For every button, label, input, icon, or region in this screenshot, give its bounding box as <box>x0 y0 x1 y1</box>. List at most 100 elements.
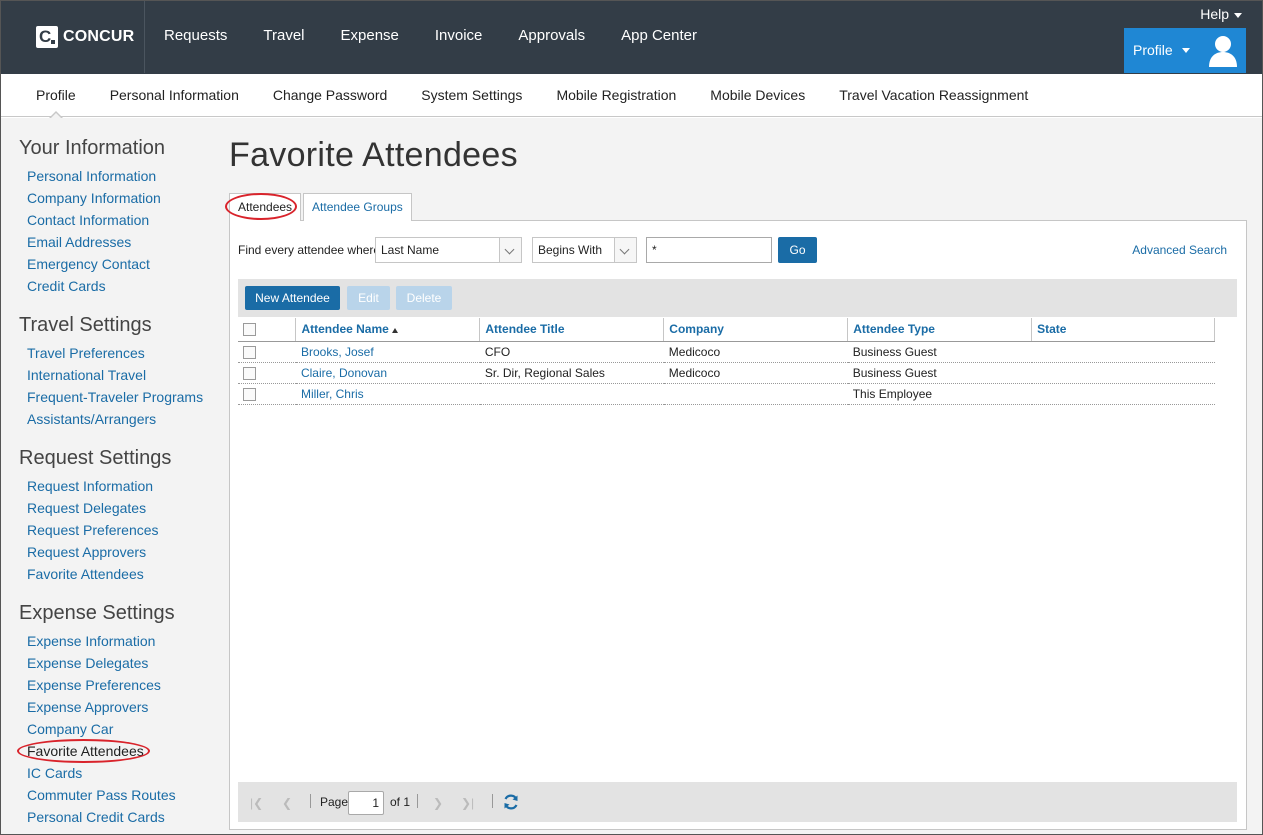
sidebar-item-expense-approvers[interactable]: Expense Approvers <box>27 696 219 718</box>
sidebar-item-assistants-arrangers[interactable]: Assistants/Arrangers <box>27 408 219 430</box>
delete-button[interactable]: Delete <box>396 286 452 310</box>
search-input[interactable] <box>646 237 772 263</box>
topnav-requests[interactable]: Requests <box>146 0 245 73</box>
column-header-attendee-name[interactable]: Attendee Name <box>295 318 481 342</box>
logo[interactable]: C CONCUR <box>1 1 145 73</box>
sidebar-item-international-travel[interactable]: International Travel <box>27 364 219 386</box>
grid-toolbar: New Attendee Edit Delete <box>238 279 1237 317</box>
company-cell: Medicoco <box>663 341 848 363</box>
tab-attendees[interactable]: Attendees <box>225 193 302 221</box>
sidebar-item-company-car[interactable]: Company Car <box>27 718 219 740</box>
sidebar-item-emergency-contact[interactable]: Emergency Contact <box>27 253 219 275</box>
sidebar-item-credit-cards[interactable]: Credit Cards <box>27 275 219 297</box>
topnav-invoice[interactable]: Invoice <box>417 0 501 73</box>
topnav-app-center[interactable]: App Center <box>603 0 715 73</box>
sidebar-item-expense-information[interactable]: Expense Information <box>27 630 219 652</box>
sidebar-item-request-favorite-attendees[interactable]: Favorite Attendees <box>27 563 219 585</box>
table-header-row: Attendee Name Attendee Title Company Att… <box>238 318 1215 342</box>
go-button[interactable]: Go <box>778 237 817 263</box>
attendee-title-cell <box>479 383 664 405</box>
row-checkbox[interactable] <box>243 387 256 401</box>
sidebar-section-title: Your Information <box>19 137 166 159</box>
sidebar-item-personal-information[interactable]: Personal Information <box>27 165 219 187</box>
column-header-company[interactable]: Company <box>663 318 849 342</box>
row-checkbox[interactable] <box>243 366 256 380</box>
attendee-name-link[interactable]: Claire, Donovan <box>295 362 480 384</box>
separator <box>492 794 493 808</box>
select-all-checkbox[interactable] <box>243 323 256 337</box>
field-select-value: Last Name <box>381 243 440 257</box>
subnav-travel-vacation-reassignment[interactable]: Travel Vacation Reassignment <box>822 74 1045 117</box>
tab-attendee-groups[interactable]: Attendee Groups <box>303 193 412 221</box>
search-row: Find every attendee where Last Name Begi… <box>238 237 1238 263</box>
sidebar-item-personal-credit-cards[interactable]: Personal Credit Cards <box>27 806 219 828</box>
sidebar-item-travel-preferences[interactable]: Travel Preferences <box>27 342 219 364</box>
subnav-system-settings[interactable]: System Settings <box>404 74 539 117</box>
page-number-input[interactable]: 1 <box>348 791 384 815</box>
sidebar-item-company-information[interactable]: Company Information <box>27 187 219 209</box>
attendee-name-link[interactable]: Miller, Chris <box>295 383 480 405</box>
attendee-type-cell: This Employee <box>847 383 1032 405</box>
new-attendee-button[interactable]: New Attendee <box>245 286 340 310</box>
first-page-icon[interactable]: |❮ <box>250 796 263 810</box>
highlight-circle <box>17 739 150 763</box>
sidebar-item-request-delegates[interactable]: Request Delegates <box>27 497 219 519</box>
sidebar-item-request-information[interactable]: Request Information <box>27 475 219 497</box>
subnav-profile[interactable]: Profile <box>19 74 93 119</box>
sidebar-item-contact-information[interactable]: Contact Information <box>27 209 219 231</box>
sidebar-item-expense-preferences[interactable]: Expense Preferences <box>27 674 219 696</box>
help-menu[interactable]: Help <box>1200 6 1242 22</box>
attendee-title-cell: CFO <box>479 341 664 363</box>
attendee-name-link[interactable]: Brooks, Josef <box>295 341 480 363</box>
attendee-type-cell: Business Guest <box>847 341 1032 363</box>
sort-ascending-icon <box>391 327 398 333</box>
attendee-title-cell: Sr. Dir, Regional Sales <box>479 362 664 384</box>
next-page-icon[interactable]: ❯ <box>433 796 443 810</box>
subnav-mobile-registration[interactable]: Mobile Registration <box>539 74 693 117</box>
edit-button[interactable]: Edit <box>347 286 390 310</box>
row-checkbox-cell <box>238 362 296 384</box>
field-select[interactable]: Last Name <box>375 237 522 263</box>
sidebar-item-email-addresses[interactable]: Email Addresses <box>27 231 219 253</box>
sidebar-item-expense-favorite-attendees[interactable]: Favorite Attendees <box>17 739 219 763</box>
sidebar-item-commuter-pass-routes[interactable]: Commuter Pass Routes <box>27 784 219 806</box>
separator <box>310 794 311 808</box>
company-cell: Medicoco <box>663 362 848 384</box>
subnav-personal-information[interactable]: Personal Information <box>93 74 256 117</box>
tab-bar: Attendees Attendee Groups <box>225 193 414 221</box>
sidebar-item-request-approvers[interactable]: Request Approvers <box>27 541 219 563</box>
chevron-down-icon <box>499 238 521 262</box>
user-avatar-icon <box>1209 36 1237 67</box>
topnav-travel[interactable]: Travel <box>245 0 322 73</box>
page-count-label: of 1 <box>390 795 411 809</box>
previous-page-icon[interactable]: ❮ <box>282 796 292 810</box>
column-header-attendee-title[interactable]: Attendee Title <box>479 318 665 342</box>
profile-button[interactable]: Profile <box>1124 28 1246 73</box>
sidebar-item-frequent-traveler-programs[interactable]: Frequent-Traveler Programs <box>27 386 219 408</box>
operator-select[interactable]: Begins With <box>532 237 637 263</box>
sidebar-item-expense-delegates[interactable]: Expense Delegates <box>27 652 219 674</box>
page-label: Page <box>320 795 349 809</box>
attendees-table: Attendee Name Attendee Title Company Att… <box>238 318 1215 405</box>
subnav-mobile-devices[interactable]: Mobile Devices <box>693 74 822 117</box>
row-checkbox[interactable] <box>243 345 256 359</box>
topnav-approvals[interactable]: Approvals <box>500 0 603 73</box>
table-row[interactable]: Miller, Chris This Employee <box>238 383 1215 405</box>
refresh-icon[interactable] <box>502 793 520 811</box>
column-header-state[interactable]: State <box>1031 318 1215 342</box>
highlight-circle <box>225 193 297 220</box>
topnav-expense[interactable]: Expense <box>323 0 417 73</box>
sidebar-item-ic-cards[interactable]: IC Cards <box>27 762 219 784</box>
column-header-attendee-type[interactable]: Attendee Type <box>847 318 1033 342</box>
company-cell <box>663 383 848 405</box>
advanced-search-link[interactable]: Advanced Search <box>1132 243 1227 257</box>
subnav-change-password[interactable]: Change Password <box>256 74 404 117</box>
sidebar-item-request-preferences[interactable]: Request Preferences <box>27 519 219 541</box>
table-row[interactable]: Claire, Donovan Sr. Dir, Regional Sales … <box>238 362 1215 384</box>
separator <box>417 794 418 808</box>
caret-down-icon <box>1234 12 1242 18</box>
sub-nav: Profile Personal Information Change Pass… <box>1 74 1262 119</box>
table-row[interactable]: Brooks, Josef CFO Medicoco Business Gues… <box>238 341 1215 363</box>
last-page-icon[interactable]: ❯| <box>461 796 474 810</box>
help-label: Help <box>1200 6 1229 22</box>
